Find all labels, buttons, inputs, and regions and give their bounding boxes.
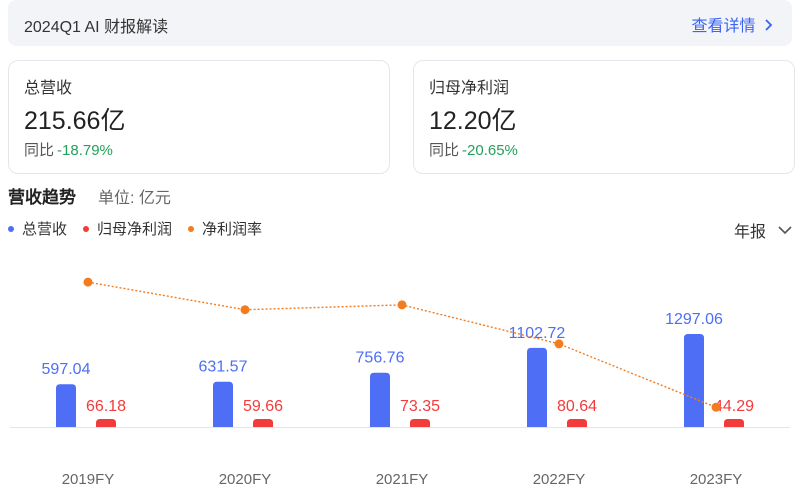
legend-item-net-profit[interactable]: 归母净利润 bbox=[83, 218, 172, 239]
legend-item-revenue[interactable]: 总营收 bbox=[8, 218, 67, 239]
revenue-bar bbox=[56, 384, 76, 427]
view-details-link[interactable]: 查看详情 bbox=[692, 12, 774, 36]
period-select-value: 年报 bbox=[733, 224, 766, 241]
net-profit-bar bbox=[96, 419, 116, 427]
net-profit-bar bbox=[410, 419, 430, 427]
revenue-bar-label: 631.57 bbox=[199, 359, 248, 376]
x-tick-label: 2022FY bbox=[533, 471, 586, 488]
chevron-right-icon bbox=[765, 19, 773, 31]
net-margin-point bbox=[711, 402, 721, 412]
legend-label: 净利润率 bbox=[202, 221, 263, 238]
net-profit-bar-label: 66.18 bbox=[86, 398, 126, 415]
revenue-value: 215.66亿 bbox=[24, 107, 126, 135]
revenue-bar bbox=[370, 372, 390, 427]
chevron-down-icon bbox=[778, 225, 792, 234]
net-margin-point bbox=[554, 339, 564, 349]
period-select[interactable]: 年报 bbox=[734, 218, 792, 242]
net-profit-yoy: 同比 -20.65% bbox=[429, 139, 518, 160]
legend-item-margin[interactable]: 净利润率 bbox=[188, 218, 262, 239]
revenue-bar bbox=[213, 381, 233, 427]
revenue-label: 总营收 bbox=[24, 80, 73, 97]
revenue-bar-label: 756.76 bbox=[356, 350, 405, 367]
revenue-card[interactable]: 总营收 215.66亿 同比 -18.79% bbox=[8, 60, 390, 174]
legend-label: 归母净利润 bbox=[97, 221, 173, 238]
revenue-bar-label: 1102.72 bbox=[509, 325, 566, 342]
net-profit-yoy-label: 同比 bbox=[429, 142, 460, 159]
page-title: 2024Q1 AI 财报解读 bbox=[24, 19, 169, 36]
view-details-label: 查看详情 bbox=[691, 18, 756, 35]
net-profit-bar-label: 73.35 bbox=[400, 398, 440, 415]
revenue-yoy: 同比 -18.79% bbox=[24, 139, 113, 160]
net-profit-bar-label: 59.66 bbox=[243, 398, 283, 415]
legend-dot-icon bbox=[83, 225, 90, 232]
net-profit-value: 12.20亿 bbox=[429, 107, 517, 135]
revenue-yoy-value: -18.79% bbox=[57, 142, 113, 159]
revenue-bar-label: 1297.06 bbox=[665, 311, 723, 328]
x-tick-label: 2019FY bbox=[62, 471, 115, 488]
x-tick-label: 2020FY bbox=[219, 471, 272, 488]
net-margin-point bbox=[83, 277, 93, 287]
revenue-bar bbox=[527, 347, 547, 427]
revenue-bar-label: 597.04 bbox=[42, 361, 91, 378]
net-profit-label: 归母净利润 bbox=[429, 80, 510, 97]
net-margin-point bbox=[240, 305, 250, 315]
chart-legend: 总营收 归母净利润 净利润率 bbox=[8, 218, 262, 239]
net-profit-bar bbox=[567, 419, 587, 427]
net-profit-bar bbox=[253, 419, 273, 427]
net-margin-point bbox=[397, 300, 407, 310]
net-profit-bar bbox=[724, 419, 744, 427]
revenue-trend-chart: 597.04 66.18 2019FY 631.57 59.66 2020FY 756.76… bbox=[10, 277, 790, 488]
net-profit-card[interactable]: 归母净利润 12.20亿 同比 -20.65% bbox=[413, 60, 795, 174]
section-unit: 单位: 亿元 bbox=[98, 190, 171, 207]
legend-label: 总营收 bbox=[22, 221, 68, 238]
legend-dot-icon bbox=[8, 225, 14, 232]
section-title: 营收趋势 bbox=[8, 188, 76, 207]
x-tick-label: 2021FY bbox=[376, 471, 429, 488]
revenue-yoy-label: 同比 bbox=[24, 142, 55, 159]
revenue-bar bbox=[684, 334, 704, 427]
x-tick-label: 2023FY bbox=[690, 471, 743, 488]
legend-dot-icon bbox=[188, 225, 195, 232]
header-bar: 2024Q1 AI 财报解读 查看详情 bbox=[8, 0, 792, 46]
net-profit-yoy-value: -20.65% bbox=[462, 142, 518, 159]
net-profit-bar-label: 80.64 bbox=[557, 398, 597, 415]
